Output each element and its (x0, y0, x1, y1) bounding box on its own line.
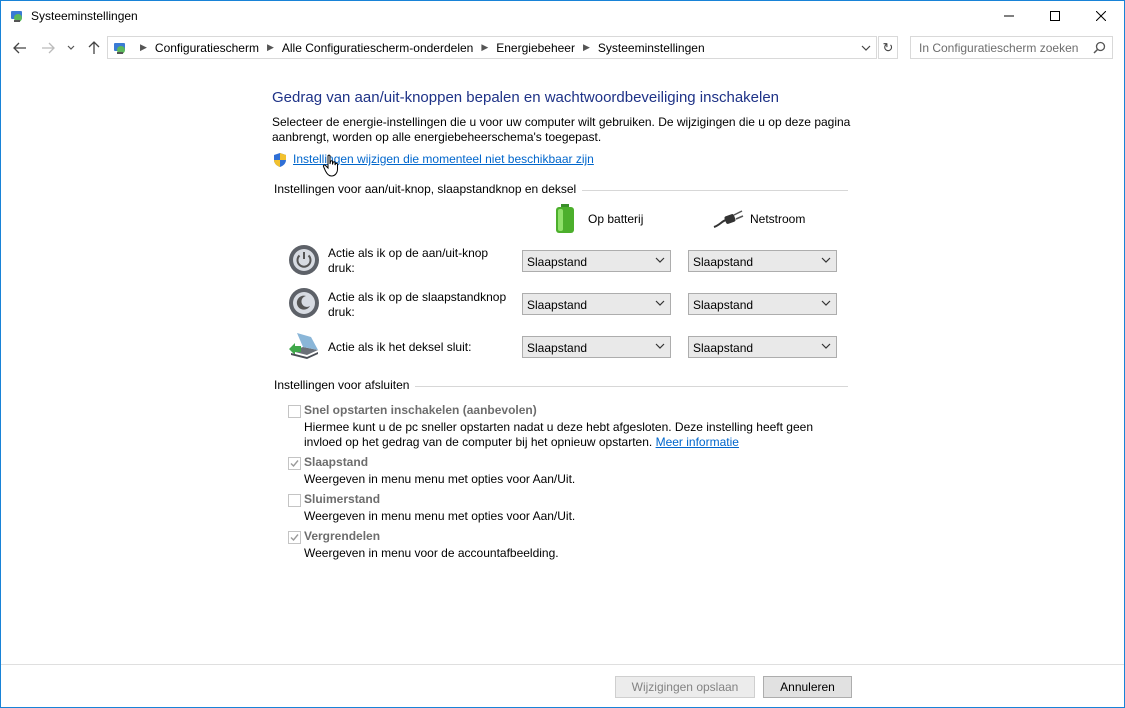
search-input[interactable] (911, 37, 1099, 58)
search-icon[interactable] (1093, 41, 1106, 54)
lid-close-ac-select[interactable]: Slaapstand (688, 336, 837, 358)
chevron-right-icon[interactable]: ▶ (267, 42, 274, 53)
close-icon (1096, 11, 1106, 21)
chevron-down-icon (821, 300, 831, 306)
more-info-link[interactable]: Meer informatie (656, 435, 739, 449)
back-button[interactable] (11, 39, 29, 57)
power-button-action-label: Actie als ik op de aan/uit-knop druk: (328, 246, 489, 275)
arrow-right-icon (42, 42, 55, 54)
lid-close-action-label: Actie als ik het deksel sluit: (328, 340, 472, 354)
lock-title: Vergrendelen (304, 529, 381, 543)
column-battery-label: Op batterij (588, 212, 644, 226)
main-content: Gedrag van aan/uit-knoppen bepalen en wa… (1, 65, 1124, 665)
sleep-button-action-label: Actie als ik op de slaapstandknop druk: (328, 290, 507, 319)
window: Systeeminstellingen ▶ Configuratiescherm… (0, 0, 1125, 708)
checkmark-icon (290, 460, 299, 468)
maximize-icon (1050, 11, 1060, 21)
chevron-down-icon (821, 343, 831, 349)
control-panel-icon (114, 43, 125, 54)
lock-description: Weergeven in menu voor de accountafbeeld… (304, 546, 559, 560)
fast-startup-description: Hiermee kunt u de pc sneller opstarten n… (304, 420, 813, 449)
maximize-button[interactable] (1032, 1, 1078, 31)
minimize-icon (1004, 15, 1014, 17)
sleep-description: Weergeven in menu menu met opties voor A… (304, 472, 576, 486)
hibernate-description: Weergeven in menu menu met opties voor A… (304, 509, 576, 523)
close-button[interactable] (1078, 1, 1124, 31)
power-buttons-section-header: Instellingen voor aan/uit-knop, slaapsta… (274, 182, 848, 196)
navigation-bar: ▶ Configuratiescherm ▶ Alle Configuratie… (1, 31, 1124, 65)
address-bar[interactable]: ▶ Configuratiescherm ▶ Alle Configuratie… (107, 36, 877, 59)
laptop-lid-icon (289, 333, 318, 359)
page-title: Gedrag van aan/uit-knoppen bepalen en wa… (272, 89, 780, 106)
chevron-down-icon (655, 300, 665, 306)
hibernate-title: Sluimerstand (304, 492, 381, 506)
breadcrumb: ▶ Configuratiescherm ▶ Alle Configuratie… (132, 37, 705, 58)
breadcrumb-item[interactable]: Alle Configuratiescherm-onderdelen (282, 41, 473, 55)
power-button-icon (289, 245, 319, 275)
checkmark-icon (290, 534, 299, 542)
recent-locations-button[interactable] (65, 39, 77, 57)
arrow-left-icon (13, 42, 26, 54)
title-bar: Systeeminstellingen (1, 1, 1124, 31)
sleep-button-battery-select[interactable]: Slaapstand (522, 293, 671, 315)
chevron-down-icon (821, 257, 831, 263)
section-title: Instellingen voor afsluiten (274, 378, 416, 392)
chevron-right-icon[interactable]: ▶ (481, 42, 488, 53)
breadcrumb-item[interactable]: Energiebeheer (496, 41, 575, 55)
hand-cursor-icon (322, 154, 338, 177)
lock-checkbox[interactable] (288, 531, 301, 544)
chevron-right-icon: ▶ (140, 42, 147, 52)
chevron-down-icon (655, 257, 665, 263)
footer-bar: Wijzigingen opslaan Annuleren (1, 664, 1124, 707)
chevron-down-icon (655, 343, 665, 349)
hibernate-checkbox[interactable] (288, 494, 301, 507)
refresh-button[interactable]: ↻ (878, 36, 898, 59)
column-battery: Op batterij (554, 204, 643, 234)
arrow-up-icon (88, 41, 100, 54)
section-title: Instellingen voor aan/uit-knop, slaapsta… (274, 182, 583, 196)
column-ac-label: Netstroom (750, 212, 806, 226)
breadcrumb-item[interactable]: Configuratiescherm (155, 41, 259, 55)
sleep-checkbox[interactable] (288, 457, 301, 470)
chevron-down-icon (861, 45, 871, 51)
up-button[interactable] (85, 39, 103, 57)
chevron-right-icon[interactable]: ▶ (583, 42, 590, 53)
page-description: Selecteer de energie-instellingen die u … (272, 115, 851, 144)
minimize-button[interactable] (986, 1, 1032, 31)
cancel-button[interactable]: Annuleren (763, 676, 852, 698)
fast-startup-title: Snel opstarten inschakelen (aanbevolen) (304, 403, 537, 417)
address-dropdown-button[interactable] (858, 38, 874, 57)
uac-shield-icon (274, 153, 286, 167)
window-title: Systeeminstellingen (31, 9, 138, 23)
column-ac: Netstroom (712, 209, 805, 229)
refresh-icon: ↻ (882, 39, 894, 55)
shutdown-section-header: Instellingen voor afsluiten (274, 378, 848, 392)
battery-icon (556, 204, 574, 233)
fast-startup-checkbox[interactable] (288, 405, 301, 418)
power-button-battery-select[interactable]: Slaapstand (522, 250, 671, 272)
breadcrumb-item[interactable]: Systeeminstellingen (598, 41, 705, 55)
sleep-button-ac-select[interactable]: Slaapstand (688, 293, 837, 315)
power-button-ac-select[interactable]: Slaapstand (688, 250, 837, 272)
sleep-button-icon (289, 288, 319, 318)
sleep-title: Slaapstand (304, 455, 369, 469)
lid-close-battery-select[interactable]: Slaapstand (522, 336, 671, 358)
search-box[interactable] (910, 36, 1113, 59)
forward-button[interactable] (39, 39, 57, 57)
control-panel-icon (11, 11, 22, 22)
power-plug-icon (713, 210, 744, 228)
save-changes-button[interactable]: Wijzigingen opslaan (615, 676, 755, 698)
chevron-down-icon (67, 45, 75, 50)
